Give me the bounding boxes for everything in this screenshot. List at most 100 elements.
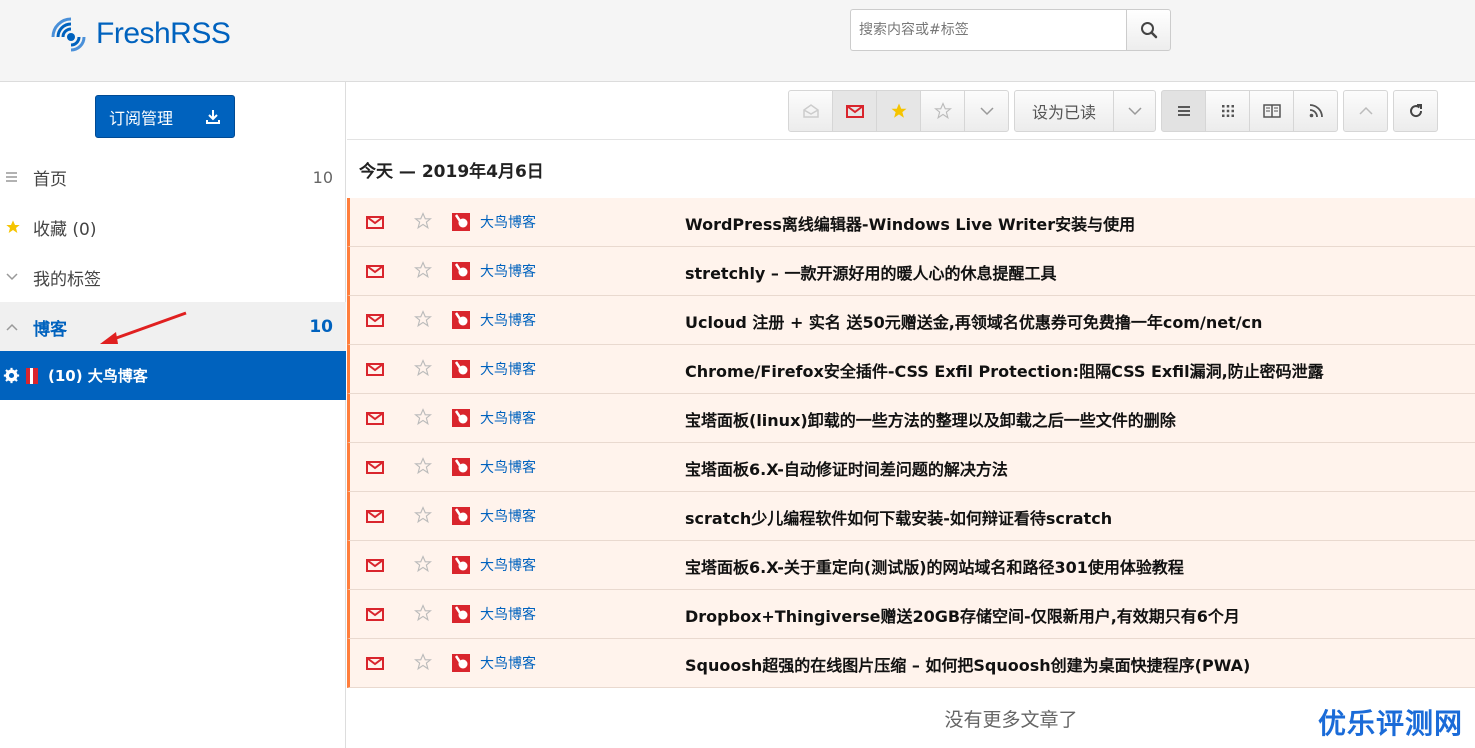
- star-outline-icon[interactable]: [413, 555, 433, 577]
- sidebar-item-tags[interactable]: 我的标签: [0, 252, 346, 302]
- unread-envelope-icon[interactable]: [366, 214, 384, 233]
- article-row[interactable]: 大鸟博客 宝塔面板6.X-自动修证时间差问题的解决方法: [347, 443, 1475, 492]
- rss-logo-icon: [51, 17, 86, 52]
- star-outline-icon[interactable]: [413, 506, 433, 528]
- starred-filter-button[interactable]: [876, 90, 921, 132]
- unread-envelope-icon[interactable]: [366, 655, 384, 674]
- download-icon: [206, 110, 220, 124]
- sidebar: 订阅管理 首页 10 收藏 (0) 我的标签 博客 10 (10) 大鸟博客: [0, 82, 346, 748]
- rss-icon: [1309, 104, 1323, 118]
- scroll-top-button[interactable]: [1343, 90, 1388, 132]
- grid-icon: [1221, 105, 1234, 117]
- unread-filter-button[interactable]: [832, 90, 877, 132]
- article-row[interactable]: 大鸟博客 宝塔面板6.X-关于重定向(测试版)的网站域名和路径301使用体验教程: [347, 541, 1475, 590]
- article-row[interactable]: 大鸟博客 Dropbox+Thingiverse赠送20GB存储空间-仅限新用户…: [347, 590, 1475, 639]
- feed-label: (10) 大鸟博客: [48, 367, 148, 385]
- unstarred-filter-button[interactable]: [920, 90, 965, 132]
- article-site-name[interactable]: 大鸟博客: [480, 359, 536, 379]
- subscription-manage-label: 订阅管理: [109, 108, 174, 128]
- grid-view-button[interactable]: [1205, 90, 1250, 132]
- article-site-name[interactable]: 大鸟博客: [480, 261, 536, 281]
- star-outline-icon[interactable]: [413, 310, 433, 332]
- list-icon: [0, 171, 28, 183]
- article-title[interactable]: Squoosh超强的在线图片压缩 – 如何把Squoosh创建为桌面快捷程序(P…: [685, 652, 1250, 676]
- star-outline-icon[interactable]: [413, 261, 433, 283]
- search-form: [850, 9, 1171, 51]
- star-outline-icon[interactable]: [413, 604, 433, 626]
- read-filter-button[interactable]: [788, 90, 833, 132]
- article-row[interactable]: 大鸟博客 stretchly – 一款开源好用的暖人心的休息提醒工具: [347, 247, 1475, 296]
- mark-read-button[interactable]: 设为已读: [1014, 90, 1114, 132]
- sidebar-item-home[interactable]: 首页 10: [0, 152, 346, 202]
- unread-envelope-icon[interactable]: [366, 361, 384, 380]
- article-site-name[interactable]: 大鸟博客: [480, 555, 536, 575]
- article-title[interactable]: Dropbox+Thingiverse赠送20GB存储空间-仅限新用户,有效期只…: [685, 603, 1240, 627]
- search-icon: [1140, 22, 1157, 39]
- article-site-name[interactable]: 大鸟博客: [480, 604, 536, 624]
- article-title[interactable]: scratch少儿编程软件如何下载安装-如何辩证看待scratch: [685, 505, 1112, 529]
- search-input[interactable]: [850, 9, 1126, 51]
- main-content: 设为已读 今天 — 2019年4月6日 大鸟博客 WordPress离线编辑器-…: [347, 82, 1475, 748]
- unread-envelope-icon[interactable]: [366, 410, 384, 429]
- watermark-logo: 优乐评测网: [1317, 707, 1463, 740]
- sidebar-item-favorites[interactable]: 收藏 (0): [0, 202, 346, 252]
- star-outline-icon[interactable]: [413, 653, 433, 675]
- refresh-button[interactable]: [1393, 90, 1438, 132]
- unread-envelope-icon[interactable]: [366, 606, 384, 625]
- article-title[interactable]: 宝塔面板(linux)卸载的一些方法的整理以及卸载之后一些文件的删除: [685, 407, 1176, 431]
- site-favicon-icon: [451, 555, 471, 579]
- search-button[interactable]: [1126, 9, 1171, 51]
- article-row[interactable]: 大鸟博客 WordPress离线编辑器-Windows Live Writer安…: [347, 198, 1475, 247]
- list-icon: [1177, 106, 1190, 116]
- article-row[interactable]: 大鸟博客 宝塔面板(linux)卸载的一些方法的整理以及卸载之后一些文件的删除: [347, 394, 1475, 443]
- star-icon: [891, 103, 906, 118]
- reader-view-button[interactable]: [1249, 90, 1294, 132]
- filter-dropdown-button[interactable]: [964, 90, 1009, 132]
- unread-envelope-icon[interactable]: [366, 459, 384, 478]
- site-favicon-icon: [451, 604, 471, 628]
- mark-read-dropdown-button[interactable]: [1113, 90, 1156, 132]
- article-title[interactable]: Ucloud 注册 + 实名 送50元赠送金,再领域名优惠券可免费撸一年com/…: [685, 309, 1262, 333]
- book-icon: [1262, 104, 1281, 118]
- sidebar-feed-item[interactable]: (10) 大鸟博客: [0, 351, 346, 400]
- freshrss-logo[interactable]: FreshRSS: [50, 12, 231, 56]
- logo-text: FreshRSS: [96, 17, 231, 50]
- article-title[interactable]: WordPress离线编辑器-Windows Live Writer安装与使用: [685, 211, 1135, 235]
- site-favicon-icon: [451, 457, 471, 481]
- star-outline-icon[interactable]: [413, 457, 433, 479]
- unread-envelope-icon[interactable]: [366, 557, 384, 576]
- refresh-icon: [1409, 104, 1422, 118]
- unread-envelope-icon[interactable]: [366, 508, 384, 527]
- site-favicon-icon: [451, 359, 471, 383]
- article-site-name[interactable]: 大鸟博客: [480, 310, 536, 330]
- article-title[interactable]: 宝塔面板6.X-自动修证时间差问题的解决方法: [685, 456, 1008, 480]
- article-row[interactable]: 大鸟博客 scratch少儿编程软件如何下载安装-如何辩证看待scratch: [347, 492, 1475, 541]
- star-outline-icon: [933, 102, 952, 120]
- star-outline-icon[interactable]: [413, 359, 433, 381]
- article-site-name[interactable]: 大鸟博客: [480, 457, 536, 477]
- normal-view-button[interactable]: [1161, 90, 1206, 132]
- article-site-name[interactable]: 大鸟博客: [480, 408, 536, 428]
- article-title[interactable]: stretchly – 一款开源好用的暖人心的休息提醒工具: [685, 260, 1057, 284]
- article-list: 大鸟博客 WordPress离线编辑器-Windows Live Writer安…: [347, 198, 1475, 688]
- article-site-name[interactable]: 大鸟博客: [480, 212, 536, 232]
- article-site-name[interactable]: 大鸟博客: [480, 653, 536, 673]
- gear-icon[interactable]: [3, 367, 20, 384]
- article-site-name[interactable]: 大鸟博客: [480, 506, 536, 526]
- chevron-up-icon: [1358, 106, 1373, 115]
- rss-view-button[interactable]: [1293, 90, 1338, 132]
- article-row[interactable]: 大鸟博客 Ucloud 注册 + 实名 送50元赠送金,再领域名优惠券可免费撸一…: [347, 296, 1475, 345]
- sidebar-item-label: 收藏 (0): [33, 219, 97, 240]
- star-icon: [0, 219, 28, 235]
- article-title[interactable]: 宝塔面板6.X-关于重定向(测试版)的网站域名和路径301使用体验教程: [685, 554, 1184, 578]
- article-row[interactable]: 大鸟博客 Chrome/Firefox安全插件-CSS Exfil Protec…: [347, 345, 1475, 394]
- star-outline-icon[interactable]: [413, 408, 433, 430]
- subscription-manage-button[interactable]: 订阅管理: [95, 95, 235, 138]
- chevron-down-icon: [0, 272, 28, 282]
- unread-envelope-icon[interactable]: [366, 263, 384, 282]
- day-header: 今天 — 2019年4月6日: [359, 161, 544, 182]
- article-title[interactable]: Chrome/Firefox安全插件-CSS Exfil Protection:…: [685, 358, 1324, 382]
- star-outline-icon[interactable]: [413, 212, 433, 234]
- article-row[interactable]: 大鸟博客 Squoosh超强的在线图片压缩 – 如何把Squoosh创建为桌面快…: [347, 639, 1475, 688]
- unread-envelope-icon[interactable]: [366, 312, 384, 331]
